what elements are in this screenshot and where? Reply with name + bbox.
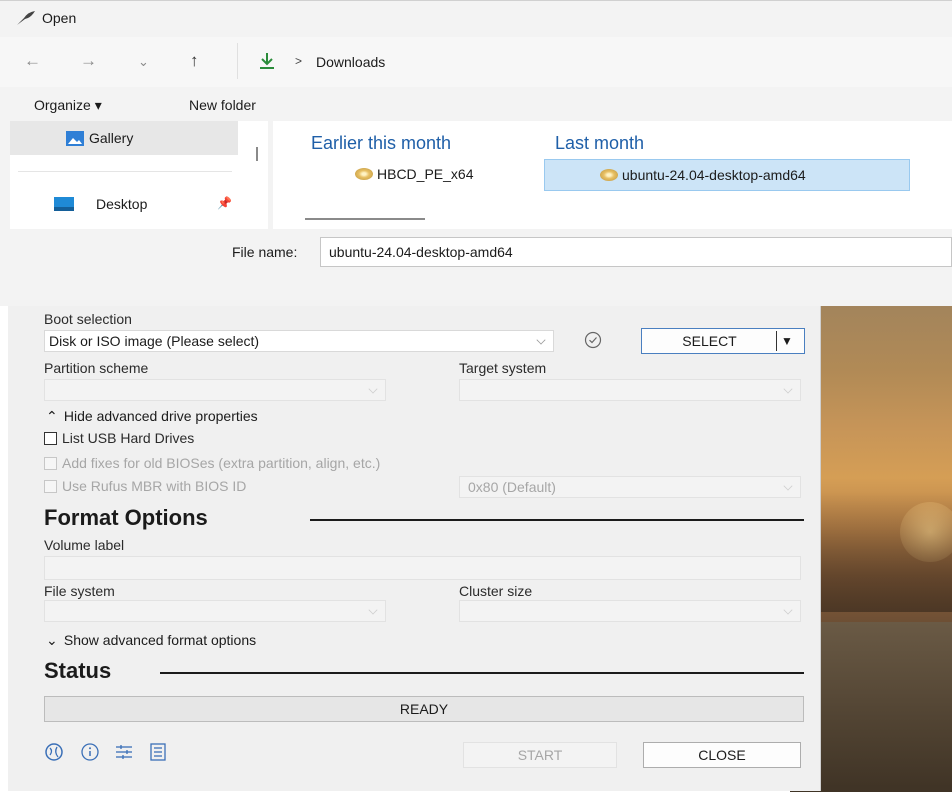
breadcrumb-separator: >: [295, 54, 303, 68]
volume-label-label: Volume label: [44, 537, 125, 553]
group-header-earlier-this-month[interactable]: Earlier this month: [311, 133, 451, 154]
boot-selection-label: Boot selection: [44, 311, 132, 327]
address-bar[interactable]: > Downloads: [237, 43, 952, 79]
file-system-label: File system: [44, 583, 115, 599]
settings-sliders-icon[interactable]: [114, 742, 134, 762]
add-fixes-label: Add fixes for old BIOSes (extra partitio…: [62, 455, 381, 471]
nav-item-gallery[interactable]: Gallery: [10, 121, 238, 155]
bios-id-value: 0x80 (Default): [468, 479, 556, 495]
dialog-title: Open: [42, 10, 77, 26]
chevron-down-icon: [783, 384, 793, 394]
organize-menu[interactable]: Organize ▾: [34, 97, 102, 114]
cluster-size-label: Cluster size: [459, 583, 533, 599]
file-name: HBCD_PE_x64: [377, 166, 474, 182]
show-advanced-format-label: Show advanced format options: [63, 632, 257, 648]
nav-item-desktop[interactable]: Desktop 📌: [10, 189, 238, 219]
rufus-window: Boot selection Disk or ISO image (Please…: [8, 300, 821, 791]
chevron-down-icon: [368, 605, 378, 615]
chevron-down-icon: [368, 384, 378, 394]
forward-arrow-icon[interactable]: →: [80, 51, 97, 71]
select-split-divider: [776, 331, 777, 351]
desktop-icon: [54, 197, 74, 216]
file-name-label: File name:: [232, 244, 298, 260]
file-item-selected[interactable]: ubuntu-24.04-desktop-amd64: [544, 159, 910, 191]
section-divider: [310, 519, 804, 521]
open-file-dialog: Open ← → ⌄ ↑ > Downloads Organize ▾ New …: [0, 0, 952, 306]
chevron-down-icon: [783, 481, 793, 491]
disc-image-icon: [355, 168, 373, 181]
gallery-icon: [66, 131, 84, 151]
use-rufus-mbr-label: Use Rufus MBR with BIOS ID: [62, 478, 247, 494]
start-button[interactable]: START: [463, 742, 617, 768]
file-item[interactable]: HBCD_PE_x64: [355, 166, 474, 182]
status-progress-bar: READY: [44, 696, 804, 722]
chevron-down-icon[interactable]: ▼: [781, 329, 793, 353]
add-fixes-checkbox[interactable]: [44, 457, 57, 470]
log-list-icon[interactable]: [148, 742, 168, 762]
partition-scheme-label: Partition scheme: [44, 360, 149, 376]
file-item-content: ubuntu-24.04-desktop-amd64: [600, 167, 806, 183]
file-list-pane: Earlier this month Last month HBCD_PE_x6…: [273, 121, 952, 229]
pin-icon[interactable]: 📌: [217, 196, 232, 210]
group-header-last-month[interactable]: Last month: [555, 133, 644, 154]
file-name-row: File name: ubuntu-24.04-desktop-amd64: [0, 229, 952, 306]
target-system-dropdown[interactable]: [459, 379, 801, 401]
select-button-label: SELECT: [682, 333, 737, 349]
status-heading: Status: [44, 658, 112, 683]
new-folder-button[interactable]: New folder: [189, 97, 256, 113]
section-divider: [160, 672, 804, 674]
partition-scheme-dropdown[interactable]: [44, 379, 386, 401]
file-name-input[interactable]: ubuntu-24.04-desktop-amd64: [320, 237, 952, 267]
cluster-size-dropdown[interactable]: [459, 600, 801, 622]
select-button[interactable]: SELECT ▼: [641, 328, 805, 354]
command-bar: Organize ▾ New folder: [0, 88, 952, 120]
volume-label-input[interactable]: [44, 556, 801, 580]
list-usb-hard-drives-label: List USB Hard Drives: [62, 430, 195, 446]
hide-advanced-drive-label: Hide advanced drive properties: [63, 408, 258, 424]
feather-pen-icon: [16, 10, 36, 31]
boot-selection-value: Disk or ISO image (Please select): [49, 333, 260, 349]
horizontal-scrollbar[interactable]: [305, 218, 425, 220]
file-system-dropdown[interactable]: [44, 600, 386, 622]
boot-selection-dropdown[interactable]: Disk or ISO image (Please select): [44, 330, 554, 352]
list-usb-hard-drives-checkbox[interactable]: [44, 432, 57, 445]
file-name: ubuntu-24.04-desktop-amd64: [622, 167, 806, 183]
chevron-down-icon: [536, 335, 546, 345]
nav-item-label: Desktop: [96, 196, 148, 212]
recent-dropdown-icon[interactable]: ⌄: [138, 54, 149, 70]
download-icon: [258, 52, 276, 75]
navigation-pane: Gallery Desktop 📌: [10, 121, 268, 229]
nav-divider: [18, 171, 232, 172]
dialog-titlebar: Open: [0, 1, 952, 37]
close-button[interactable]: CLOSE: [643, 742, 801, 768]
bios-id-dropdown[interactable]: 0x80 (Default): [459, 476, 801, 498]
breadcrumb-downloads[interactable]: Downloads: [316, 54, 385, 70]
use-rufus-mbr-checkbox[interactable]: [44, 480, 57, 493]
format-options-heading: Format Options: [44, 505, 208, 530]
chevron-down-icon: [783, 605, 793, 615]
globe-language-icon[interactable]: [44, 742, 64, 762]
up-arrow-icon[interactable]: ↑: [190, 51, 199, 71]
back-arrow-icon[interactable]: ←: [24, 51, 41, 71]
disc-image-icon: [600, 169, 618, 182]
show-advanced-format-toggle[interactable]: ⌄ Show advanced format options: [46, 632, 256, 649]
chevron-up-icon: ⌃: [46, 408, 58, 424]
info-icon[interactable]: [80, 742, 100, 762]
scrollbar-thumb[interactable]: [256, 147, 258, 161]
chevron-down-icon: ⌄: [46, 632, 58, 648]
nav-item-label: Gallery: [89, 130, 134, 146]
target-system-label: Target system: [459, 360, 547, 376]
status-text: READY: [399, 701, 449, 717]
hide-advanced-drive-toggle[interactable]: ⌃ Hide advanced drive properties: [46, 408, 258, 425]
check-circle-icon[interactable]: [584, 331, 602, 349]
